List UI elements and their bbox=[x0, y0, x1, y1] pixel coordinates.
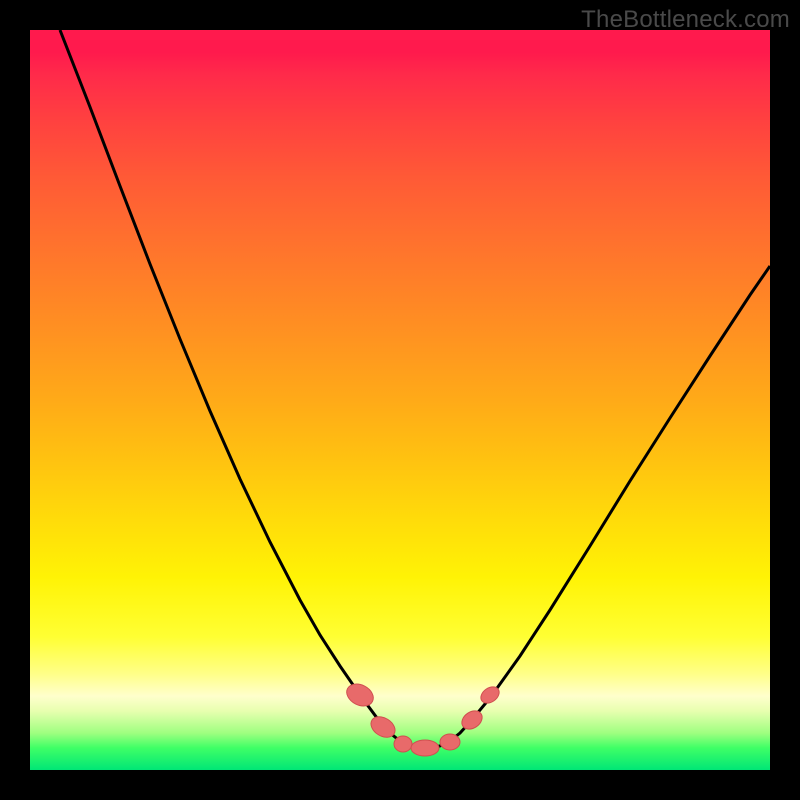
curve-markers-group bbox=[343, 680, 502, 756]
watermark-text: TheBottleneck.com bbox=[581, 6, 790, 34]
marker-flat-2 bbox=[411, 740, 439, 756]
bottleneck-chart-svg bbox=[30, 30, 770, 770]
marker-flat-1 bbox=[394, 736, 412, 752]
marker-flat-3 bbox=[440, 734, 460, 750]
marker-left-upper bbox=[343, 680, 377, 711]
bottleneck-curve-path bbox=[60, 30, 770, 748]
